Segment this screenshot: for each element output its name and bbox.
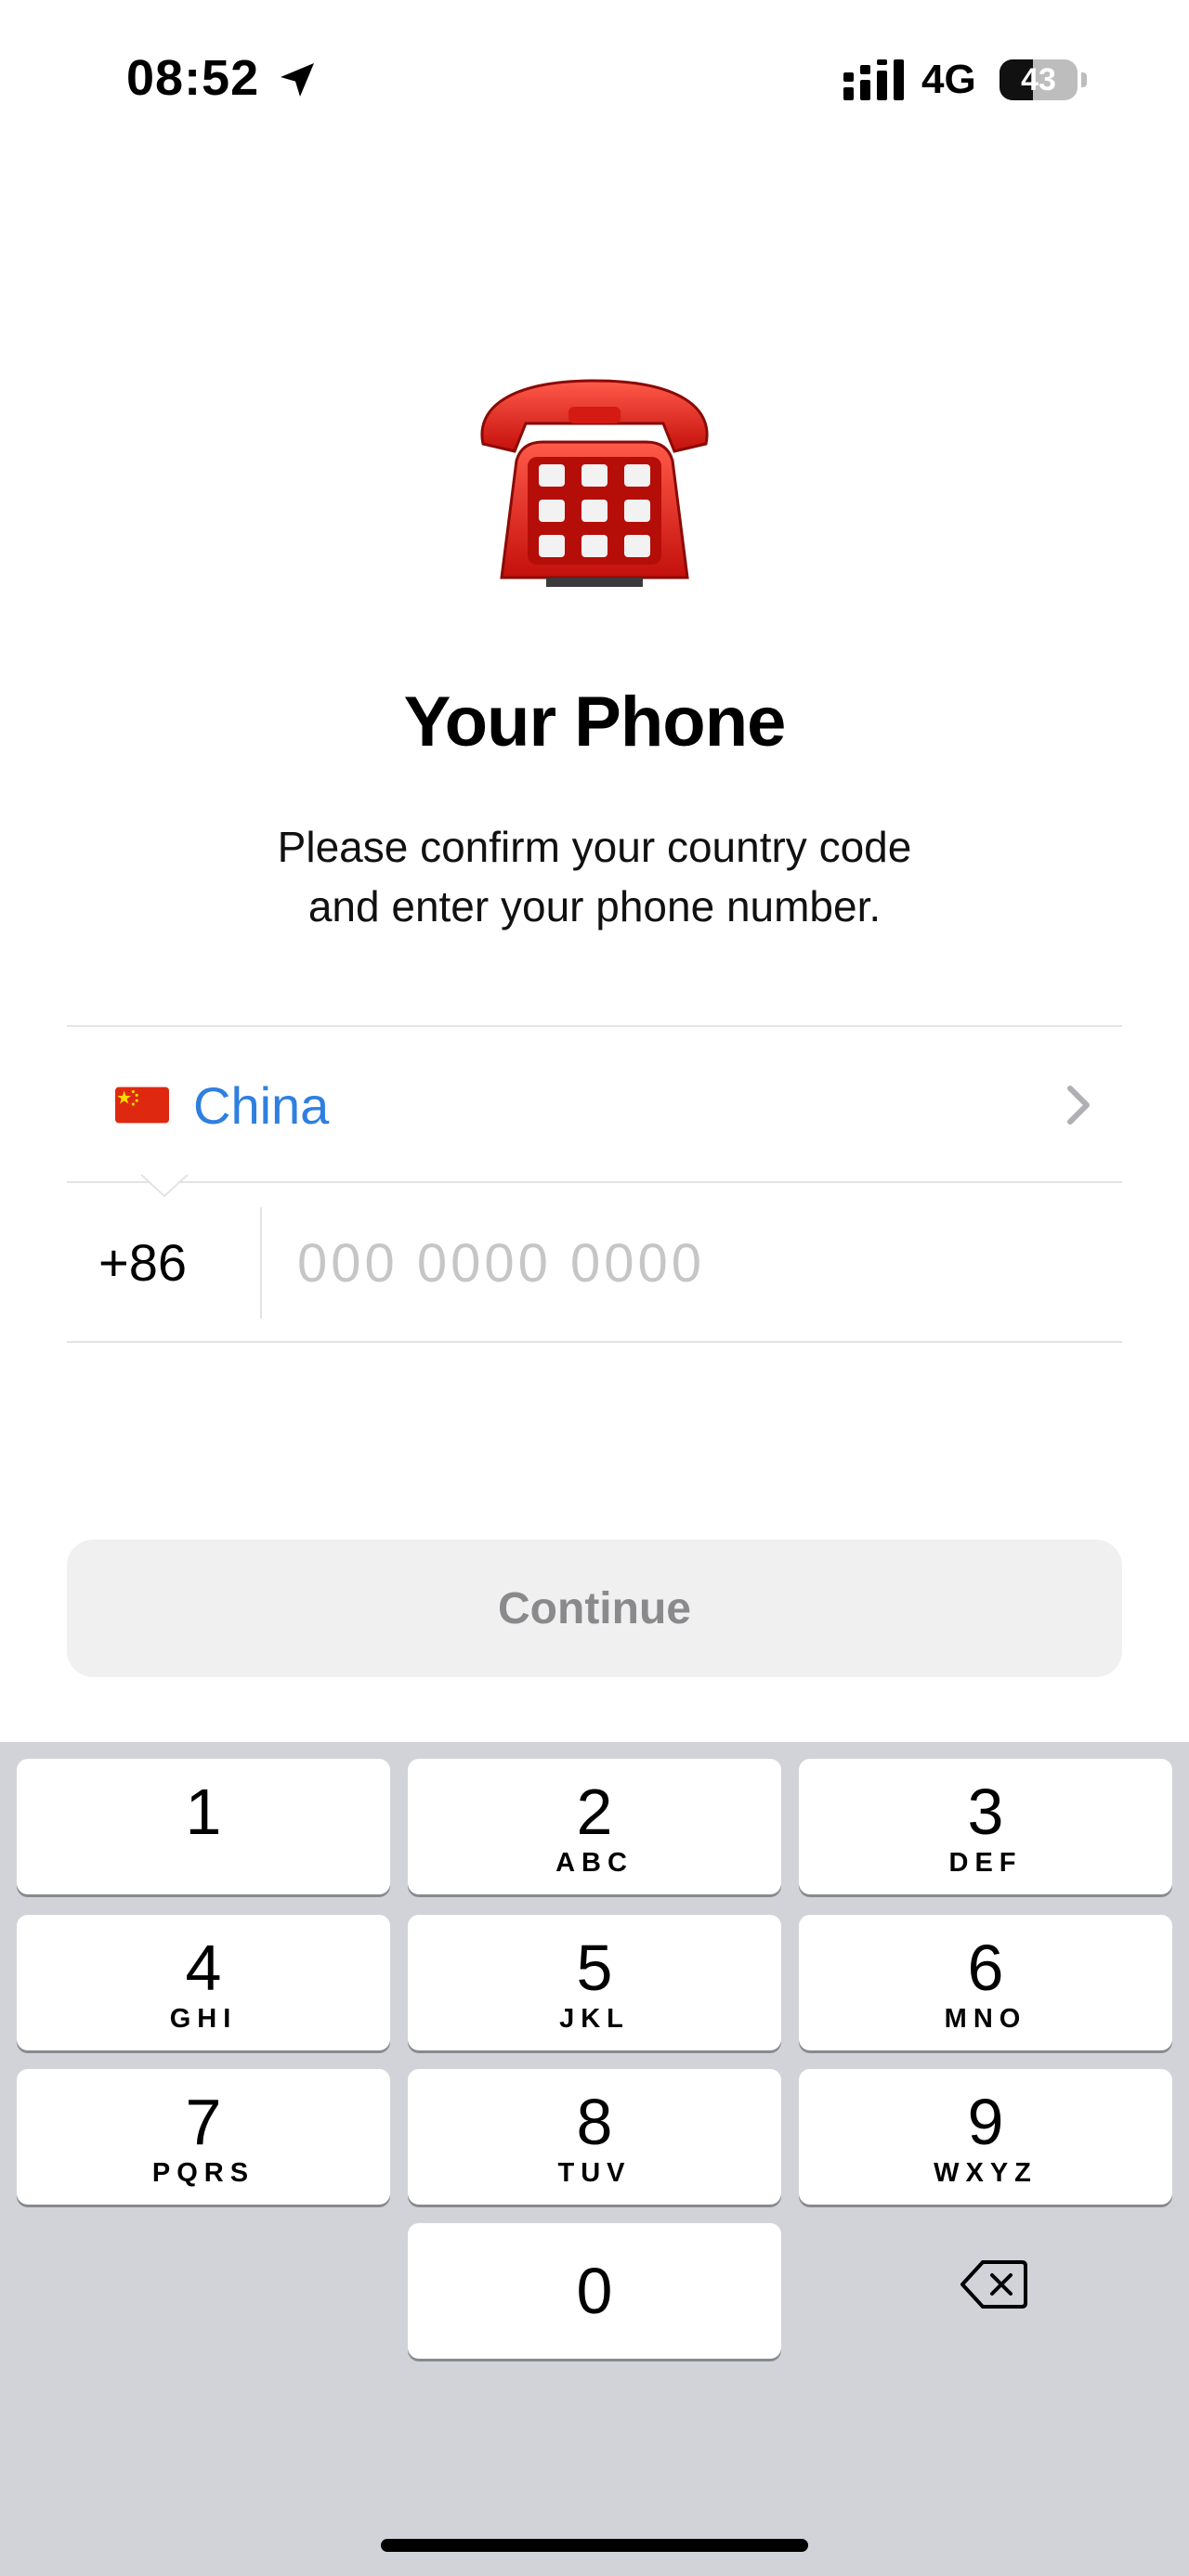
- key-2[interactable]: 2 ABC: [408, 1759, 781, 1894]
- divider-middle: [67, 1181, 1122, 1183]
- key-digit: 1: [185, 1776, 222, 1848]
- key-3[interactable]: 3 DEF: [799, 1759, 1172, 1894]
- subtitle-line-2: and enter your phone number.: [307, 882, 882, 930]
- key-0[interactable]: 0: [408, 2223, 781, 2359]
- battery-level: 43: [1021, 62, 1056, 98]
- country-name: China: [193, 1076, 330, 1135]
- page-subtitle: Please confirm your country code and ent…: [130, 817, 1059, 936]
- battery-tip: [1081, 72, 1087, 87]
- key-digit: 7: [185, 2086, 222, 2158]
- country-code[interactable]: +86: [98, 1226, 187, 1300]
- key-7[interactable]: 7 PQRS: [17, 2069, 390, 2205]
- continue-button[interactable]: Continue: [67, 1540, 1122, 1677]
- code-divider: [260, 1207, 262, 1319]
- key-letters: GHI: [169, 2004, 238, 2034]
- key-letters: MNO: [944, 2004, 1027, 2034]
- key-5[interactable]: 5 JKL: [408, 1915, 781, 2050]
- key-8[interactable]: 8 TUV: [408, 2069, 781, 2205]
- chevron-right-icon: [1067, 1086, 1090, 1125]
- battery-icon: 43: [1000, 59, 1078, 100]
- key-digit: 9: [967, 2086, 1004, 2158]
- key-digit: 5: [576, 1932, 613, 2004]
- key-4[interactable]: 4 GHI: [17, 1915, 390, 2050]
- backspace-icon[interactable]: [960, 2257, 1027, 2312]
- divider-bottom: [67, 1341, 1122, 1343]
- key-1[interactable]: 1: [17, 1759, 390, 1894]
- key-digit: 2: [576, 1776, 613, 1848]
- key-letters: WXYZ: [934, 2158, 1038, 2188]
- key-digit: 0: [576, 2255, 613, 2327]
- key-letters: ABC: [555, 1848, 634, 1878]
- key-letters: JKL: [559, 2004, 630, 2034]
- china-flag-icon: [115, 1086, 169, 1124]
- key-6[interactable]: 6 MNO: [799, 1915, 1172, 2050]
- key-digit: 8: [576, 2086, 613, 2158]
- key-letters: PQRS: [151, 2158, 255, 2188]
- key-letters: DEF: [948, 1848, 1023, 1878]
- home-indicator: [381, 2539, 808, 2552]
- key-digit: 4: [185, 1932, 222, 2004]
- page-title: Your Phone: [403, 683, 787, 761]
- country-selector[interactable]: China: [67, 1027, 1122, 1181]
- subtitle-line-1: Please confirm your country code: [277, 823, 912, 871]
- selector-notch: [141, 1174, 188, 1198]
- phone-number-input[interactable]: [279, 1213, 1133, 1313]
- signal-strength-icon: [843, 59, 904, 100]
- location-arrow-icon: [281, 63, 314, 97]
- key-digit: 3: [967, 1776, 1004, 1848]
- key-letters: TUV: [557, 2158, 632, 2188]
- status-time: 08:52: [126, 50, 260, 106]
- key-digit: 6: [967, 1932, 1004, 2004]
- key-9[interactable]: 9 WXYZ: [799, 2069, 1172, 2205]
- telephone-icon: [480, 379, 709, 587]
- network-type: 4G: [921, 57, 976, 102]
